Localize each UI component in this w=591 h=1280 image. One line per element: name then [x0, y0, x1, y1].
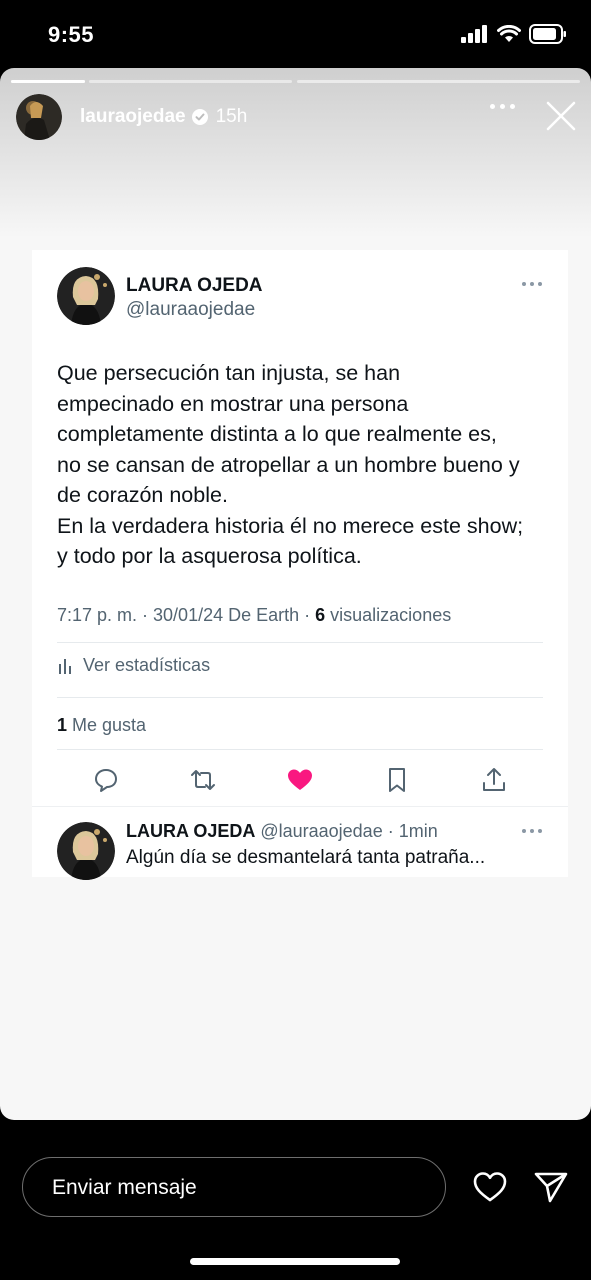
tweet-text-line: no se cansan de atropellar a un hombre b… — [57, 452, 520, 477]
battery-icon — [529, 24, 566, 44]
tweet-more-icon — [522, 282, 542, 286]
story-username[interactable]: lauraojedae — [80, 106, 186, 128]
retweet-icon — [191, 770, 215, 790]
story-header: lauraojedae 15h — [16, 94, 577, 140]
tweet-text-line: En la verdadera historia él no merece es… — [57, 513, 524, 538]
story-progress-segment-2 — [297, 80, 580, 83]
divider — [57, 697, 543, 698]
reply-text: Algún día se desmantelará tanta patraña.… — [126, 847, 486, 868]
reply-handle-time: @lauraaojedae · 1min — [255, 821, 438, 841]
status-time: 9:55 — [48, 22, 95, 47]
reply-more-icon — [522, 829, 542, 833]
status-bar: 9:55 — [0, 0, 591, 68]
wifi-icon — [497, 25, 521, 42]
like-filled-icon — [288, 769, 312, 790]
avatar-photo-icon — [57, 267, 115, 325]
story-progress-segment-1 — [11, 80, 85, 83]
tweet-text-line: y todo por la asquerosa política. — [57, 544, 362, 568]
tweet-author-name: LAURA OJEDA — [126, 275, 263, 296]
tweet-meta: 7:17 p. m. · 30/01/24 De Earth · 6 visua… — [57, 605, 451, 626]
tweet-likes-label: Me gusta — [67, 715, 147, 735]
send-message-input[interactable]: Enviar mensaje — [22, 1157, 446, 1217]
send-message-placeholder: Enviar mensaje — [52, 1176, 197, 1199]
tweet-likes: 1 Me gusta — [57, 715, 146, 736]
share-icon — [483, 768, 505, 791]
avatar-photo-icon — [57, 822, 115, 880]
signal-icon — [461, 25, 487, 43]
tweet-actions — [32, 766, 568, 806]
story-progress-fill — [11, 80, 85, 83]
tweet-timestamp-source: 7:17 p. m. · 30/01/24 De Earth · — [57, 605, 316, 625]
reply-icon — [95, 769, 117, 792]
bookmark-icon — [389, 768, 405, 792]
tweet-likes-count: 1 — [57, 715, 68, 735]
tweet-views-count: 6 — [315, 605, 326, 625]
bar-chart-icon — [59, 658, 71, 674]
verified-badge-icon — [191, 109, 208, 125]
tweet-text: Que persecución tan injusta, se han empe… — [57, 358, 557, 572]
more-options-icon[interactable] — [490, 104, 515, 109]
tweet-author-handle: @lauraaojedae — [126, 299, 256, 320]
tweet-stats-link: Ver estadísticas — [57, 655, 210, 676]
tweet-card[interactable]: LAURA OJEDA @lauraaojedae Que persecució… — [32, 250, 568, 880]
home-indicator[interactable] — [190, 1258, 400, 1265]
story-time-ago: 15h — [215, 106, 248, 127]
tweet-text-line: completamente distinta a lo que realment… — [57, 422, 497, 446]
story-progress-segment-1-remaining — [89, 80, 292, 83]
reply-avatar — [57, 822, 115, 880]
reply-tweet: LAURA OJEDA @lauraaojedae · 1min Algún d… — [32, 806, 568, 880]
divider — [57, 642, 543, 643]
tweet-text-line: Que persecución tan injusta, se han — [57, 361, 401, 385]
tweet-text-line: empecinado en mostrar una persona — [57, 391, 409, 416]
reply-header: LAURA OJEDA @lauraaojedae · 1min — [126, 821, 438, 842]
tweet-stats-label: Ver estadísticas — [83, 655, 211, 675]
divider — [57, 749, 543, 750]
tweet-text-line: de corazón noble. — [57, 483, 228, 507]
heart-icon[interactable] — [472, 1170, 508, 1204]
story-avatar[interactable] — [16, 94, 62, 140]
tweet-views-label: visualizaciones — [325, 605, 452, 625]
reply-author-name: LAURA OJEDA — [126, 821, 256, 841]
status-icons — [461, 24, 567, 44]
avatar-photo-icon — [16, 94, 62, 140]
story-container[interactable]: lauraojedae 15h LAURA OJEDA @lauraaojeda… — [0, 68, 591, 1120]
close-icon[interactable] — [545, 100, 577, 132]
send-direct-icon[interactable] — [533, 1170, 569, 1204]
tweet-avatar — [57, 267, 115, 325]
